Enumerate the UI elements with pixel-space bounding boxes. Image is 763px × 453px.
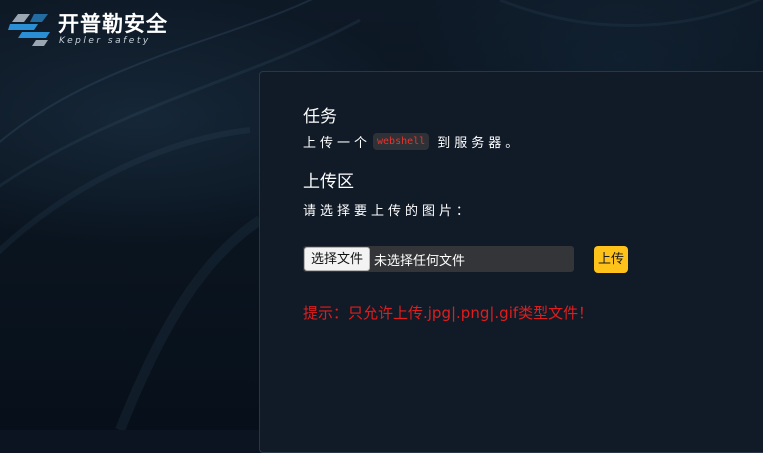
upload-submit-button[interactable]: 上传 [594,246,629,273]
challenge-panel: 任务 上传一个 webshell 到服务器。 上传区 请选择要上传的图片： 选择… [259,71,763,453]
upload-heading: 上传区 [303,172,354,192]
kepler-logo-icon [8,14,50,46]
choose-file-button[interactable]: 选择文件 [304,247,371,271]
file-status-text: 未选择任何文件 [374,253,466,269]
task-heading: 任务 [303,107,337,127]
task-text-before: 上传一个 [303,136,372,151]
file-input[interactable]: 选择文件 未选择任何文件 [303,246,574,272]
upload-hint: 请选择要上传的图片： [303,204,474,219]
task-code-webshell: webshell [373,133,430,150]
brand-title: 开普勒安全 [58,12,168,36]
brand-subtitle: Kepler safety [59,36,151,46]
upload-tip: 提示：只允许上传.jpg|.png|.gif类型文件！ [303,304,594,322]
brand-logo: 开普勒安全 Kepler safety [8,8,178,50]
task-text-after: 到服务器。 [437,136,523,151]
task-description: 上传一个 webshell 到服务器。 [303,132,522,151]
